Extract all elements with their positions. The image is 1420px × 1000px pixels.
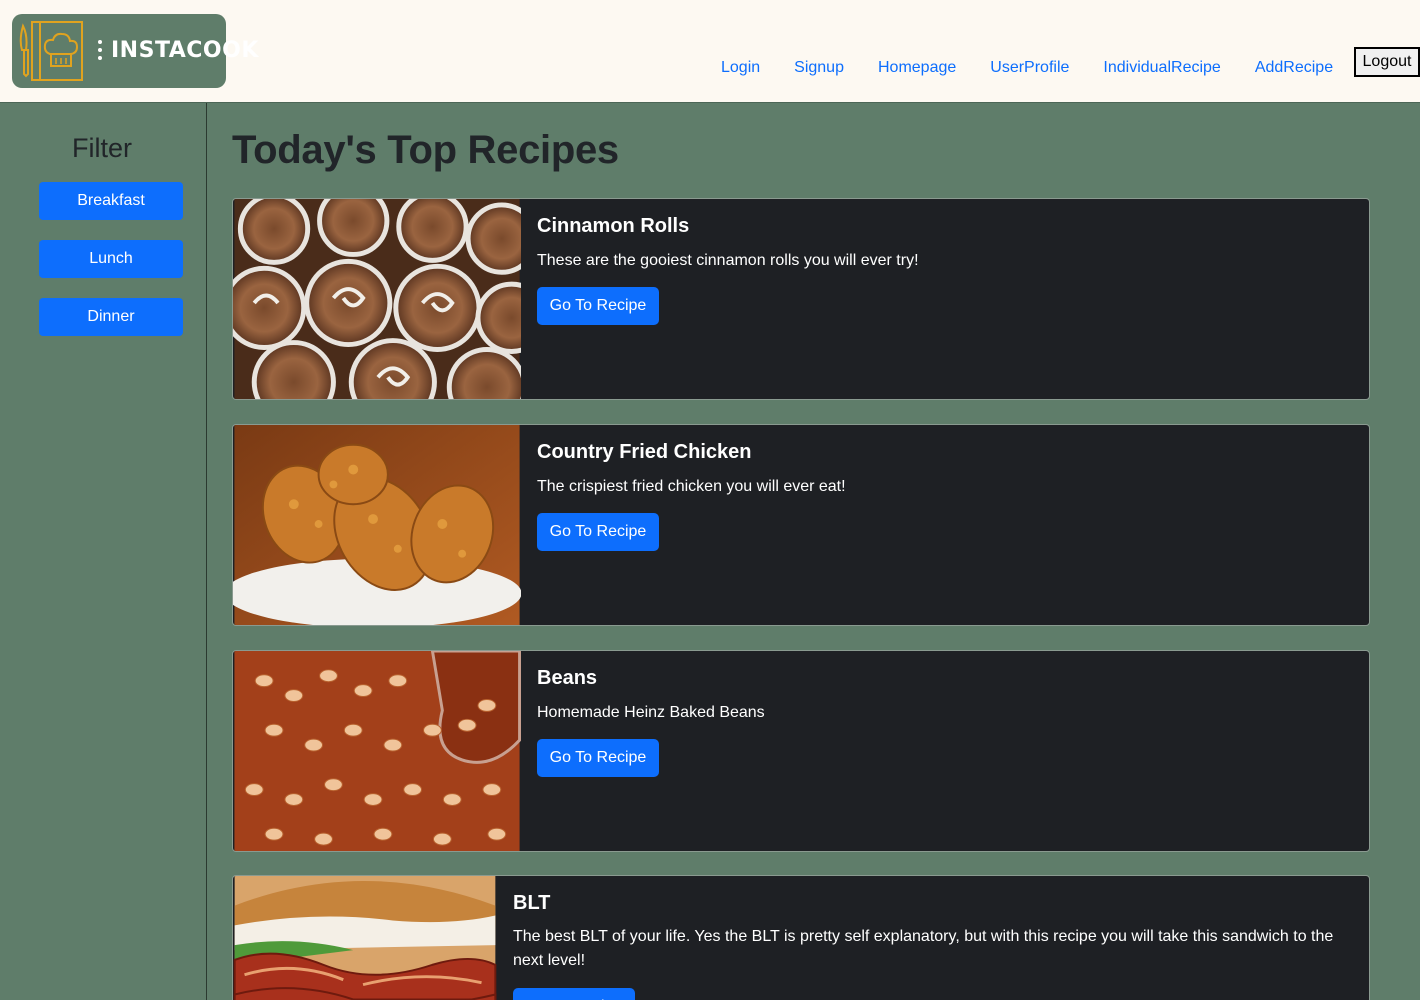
recipe-description: The best BLT of your life. Yes the BLT i… <box>513 928 1334 969</box>
blt-sandwich-image <box>233 876 497 1000</box>
cinnamon-rolls-image <box>233 199 521 399</box>
recipe-title: Country Fried Chicken <box>537 441 752 463</box>
nav-links: Login Signup Homepage UserProfile Indivi… <box>704 58 1350 78</box>
fried-chicken-image <box>233 425 521 625</box>
recipe-card: BLT The best BLT of your life. Yes the B… <box>232 875 1370 1000</box>
recipe-title: BLT <box>513 892 551 914</box>
nav-link-addrecipe[interactable]: AddRecipe <box>1238 58 1350 78</box>
top-navbar: INSTACOOK Login Signup Homepage UserProf… <box>0 0 1420 103</box>
go-to-recipe-button[interactable]: Go To Recipe <box>537 739 659 777</box>
nav-link-individualrecipe[interactable]: IndividualRecipe <box>1086 58 1237 78</box>
logo-dots-icon <box>98 40 104 62</box>
nav-link-userprofile[interactable]: UserProfile <box>973 58 1086 78</box>
recipe-description: Homemade Heinz Baked Beans <box>537 704 765 721</box>
brand-name: INSTACOOK <box>111 38 259 63</box>
recipe-description: The crispiest fried chicken you will eve… <box>537 478 846 495</box>
baked-beans-image <box>234 651 521 851</box>
recipe-title: Cinnamon Rolls <box>537 215 690 237</box>
filter-breakfast-button[interactable]: Breakfast <box>39 182 183 220</box>
instacook-logo[interactable]: INSTACOOK <box>12 14 258 88</box>
go-to-recipe-button[interactable]: Go To Recipe <box>513 988 635 1000</box>
recipe-card: Beans Homemade Heinz Baked Beans Go To R… <box>232 650 1370 852</box>
page-title: Today's Top Recipes <box>232 128 619 172</box>
logout-button[interactable]: Logout <box>1354 47 1420 77</box>
filter-sidebar: Filter Breakfast Lunch Dinner <box>0 103 207 1000</box>
filter-dinner-button[interactable]: Dinner <box>39 298 183 336</box>
recipe-card: Country Fried Chicken The crispiest frie… <box>232 424 1370 626</box>
recipe-card: Cinnamon Rolls These are the gooiest cin… <box>232 198 1370 400</box>
go-to-recipe-button[interactable]: Go To Recipe <box>537 513 659 551</box>
recipe-description: These are the gooiest cinnamon rolls you… <box>537 252 919 269</box>
filter-lunch-button[interactable]: Lunch <box>39 240 183 278</box>
go-to-recipe-button[interactable]: Go To Recipe <box>537 287 659 325</box>
recipe-title: Beans <box>537 667 598 689</box>
nav-link-signup[interactable]: Signup <box>777 58 861 78</box>
nav-link-login[interactable]: Login <box>704 58 777 78</box>
nav-link-homepage[interactable]: Homepage <box>861 58 973 78</box>
chef-book-icon <box>19 21 83 81</box>
filter-heading: Filter <box>72 133 132 163</box>
